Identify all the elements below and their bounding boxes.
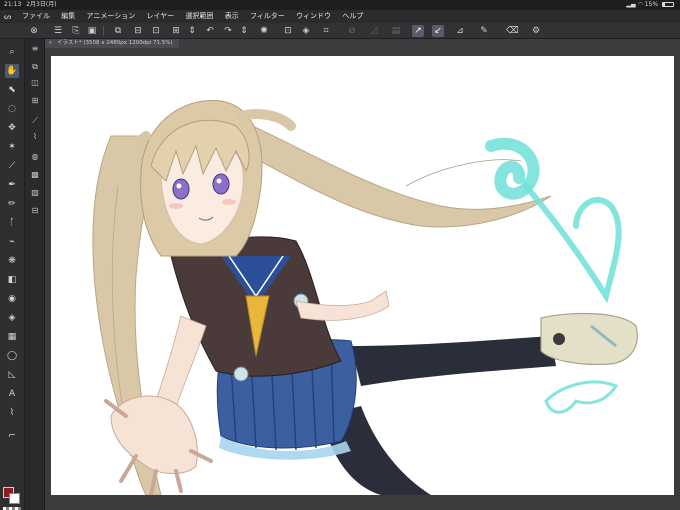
color-wheel-icon[interactable]: ◍ — [29, 151, 41, 163]
move-layer-icon[interactable]: ✥ — [5, 121, 19, 135]
airbrush-icon[interactable]: ⌁ — [5, 235, 19, 249]
eye-right — [212, 173, 230, 195]
text-icon[interactable]: A — [5, 387, 19, 401]
layer-stack-icon[interactable]: ◫ — [29, 77, 41, 89]
blend-icon[interactable]: ◉ — [5, 292, 19, 306]
sub-tool-palette: ≡ ⧉ ◫ ⊞ ⟋ ⌇ ◍ ▩ ▧ ⊟ — [25, 39, 45, 510]
auto-select-icon[interactable]: ✶ — [5, 140, 19, 154]
menu-view[interactable]: 表示 — [225, 12, 239, 20]
print-icon[interactable]: ⊞ — [170, 25, 182, 37]
history-icon[interactable]: ⇕ — [238, 25, 250, 37]
pencil-icon[interactable]: ✏ — [5, 197, 19, 211]
fill-icon[interactable]: ◈ — [300, 25, 312, 37]
zoom-icon[interactable]: ⌕ — [5, 45, 19, 59]
menu-animation[interactable]: アニメーション — [86, 12, 135, 20]
fill-tool-icon[interactable]: ◈ — [5, 311, 19, 325]
undo-icon[interactable]: ↶ — [204, 25, 216, 37]
menu-file[interactable]: ファイル — [22, 12, 50, 20]
tool-property-icon[interactable]: ⌇ — [29, 131, 41, 143]
snap-ruler-icon[interactable]: ↗ — [412, 25, 424, 37]
correct-line-icon[interactable]: ⌐ — [5, 429, 19, 443]
decoration-icon[interactable]: ❋ — [5, 254, 19, 268]
leg-right — [351, 336, 556, 386]
snap-special-ruler-icon[interactable]: ↙ — [432, 25, 444, 37]
frame-border-icon[interactable]: ◺ — [5, 368, 19, 382]
signal-icon: ▂▄ — [626, 1, 636, 8]
divider — [103, 26, 104, 36]
battery-percent: 15% — [644, 1, 659, 8]
navigator-icon[interactable]: ⊞ — [29, 95, 41, 107]
settings-icon[interactable]: ⚙ — [530, 25, 542, 37]
menu-help[interactable]: ヘルプ — [342, 12, 363, 20]
wifi-icon: ◠ — [637, 1, 643, 8]
eraser-icon[interactable]: ⌫ — [506, 25, 519, 37]
menu-icon[interactable]: ≡ — [29, 43, 41, 55]
tool-palette: ⌕ ✋ ⬉ ◌ ✥ ✶ ⟋ ✒ ✏ ᚪ ⌁ ❋ ◧ ◉ ◈ ▦ ◯ ◺ A ⌇ … — [0, 39, 25, 510]
operation-icon[interactable]: ⬉ — [5, 83, 19, 97]
material-icon[interactable]: ⊟ — [29, 205, 41, 217]
select-all-icon[interactable]: ⊘ — [346, 25, 358, 37]
hand — [110, 395, 198, 474]
figure-icon[interactable]: ◯ — [5, 349, 19, 363]
menu-selection[interactable]: 選択範囲 — [185, 12, 213, 20]
crop-icon[interactable]: ⌗ — [320, 25, 332, 37]
command-bar: ⊗ ☰ ⎘ ▣ ⧉ ⊟ ⊡ ⊞ ⇕ ↶ ↷ ⇕ ✺ ⊡ ◈ ⌗ ⊘ ◿ ▤ ↗ … — [0, 23, 680, 39]
export-icon[interactable]: ⊡ — [150, 25, 162, 37]
snap-grid-icon[interactable]: ⊿ — [454, 25, 466, 37]
brush-icon[interactable]: ᚪ — [5, 216, 19, 230]
menu-window[interactable]: ウィンドウ — [296, 12, 331, 20]
gradient-icon[interactable]: ▦ — [5, 330, 19, 344]
zoom-tool-icon[interactable]: ⊗ — [28, 25, 40, 37]
menu-layer[interactable]: レイヤー — [146, 12, 174, 20]
illustration — [92, 99, 638, 495]
eye-left — [172, 178, 190, 200]
pen-icon[interactable]: ✎ — [478, 25, 490, 37]
status-left: 21:13 2月3日(月) — [4, 0, 57, 10]
sub-color-swatch[interactable] — [9, 493, 20, 504]
menu-items: ファイル 編集 アニメーション レイヤー 選択範囲 表示 フィルター ウィンドウ… — [22, 10, 372, 23]
eyedropper-icon[interactable]: ⟋ — [5, 159, 19, 173]
eraser-tool-icon[interactable]: ◧ — [5, 273, 19, 287]
close-tab-icon[interactable]: × — [48, 39, 53, 48]
menu-edit[interactable]: 編集 — [61, 12, 75, 20]
pen-tool-icon[interactable]: ✒ — [5, 178, 19, 192]
menu-bar: ᔕ ファイル 編集 アニメーション レイヤー 選択範囲 表示 フィルター ウィン… — [0, 10, 680, 23]
brush-size-icon[interactable]: ⟋ — [29, 115, 41, 127]
app-logo-icon[interactable]: ᔕ — [4, 12, 14, 21]
status-right: ▂▄ ◠ 15% — [626, 0, 674, 10]
document-title: イラスト* (3508 x 2480px 1200dpi 71.5%) — [57, 40, 173, 46]
document-tab[interactable]: × イラスト* (3508 x 2480px 1200dpi 71.5%) — [45, 39, 179, 48]
invert-selection-icon[interactable]: ▤ — [390, 25, 402, 37]
canvas-area[interactable]: × イラスト* (3508 x 2480px 1200dpi 71.5%) — [45, 39, 680, 510]
menu-filter[interactable]: フィルター — [250, 12, 285, 20]
open-folder-icon[interactable]: ⊟ — [132, 25, 144, 37]
redo-icon[interactable]: ↷ — [222, 25, 234, 37]
layer-icon[interactable]: ⧉ — [29, 61, 41, 73]
color-history-icon[interactable]: ▧ — [29, 187, 41, 199]
canvas-artwork[interactable] — [51, 56, 674, 495]
save-icon[interactable]: ▣ — [86, 25, 98, 37]
app-window: 21:13 2月3日(月) ▂▄ ◠ 15% ᔕ ファイル 編集 アニメーション… — [0, 0, 680, 510]
clear-selection-icon[interactable]: ⊡ — [282, 25, 294, 37]
clear-icon[interactable]: ✺ — [258, 25, 270, 37]
hamburger-menu-icon[interactable]: ☰ — [52, 25, 64, 37]
color-set-icon[interactable]: ▩ — [29, 169, 41, 181]
heart-doodle-bottom — [544, 380, 619, 414]
balloon-icon[interactable]: ⌇ — [5, 406, 19, 420]
battery-icon — [662, 2, 674, 7]
status-bar: 21:13 2月3日(月) ▂▄ ◠ 15% — [0, 0, 680, 10]
deselect-icon[interactable]: ◿ — [368, 25, 380, 37]
new-document-icon[interactable]: ⎘ — [70, 25, 82, 37]
copy-icon[interactable]: ⧉ — [112, 25, 124, 37]
hand-icon[interactable]: ✋ — [5, 64, 19, 78]
lasso-icon[interactable]: ◌ — [5, 102, 19, 116]
dropdown-icon[interactable]: ⇕ — [186, 25, 198, 37]
status-date: 2月3日(月) — [26, 1, 57, 8]
status-time: 21:13 — [4, 1, 22, 8]
